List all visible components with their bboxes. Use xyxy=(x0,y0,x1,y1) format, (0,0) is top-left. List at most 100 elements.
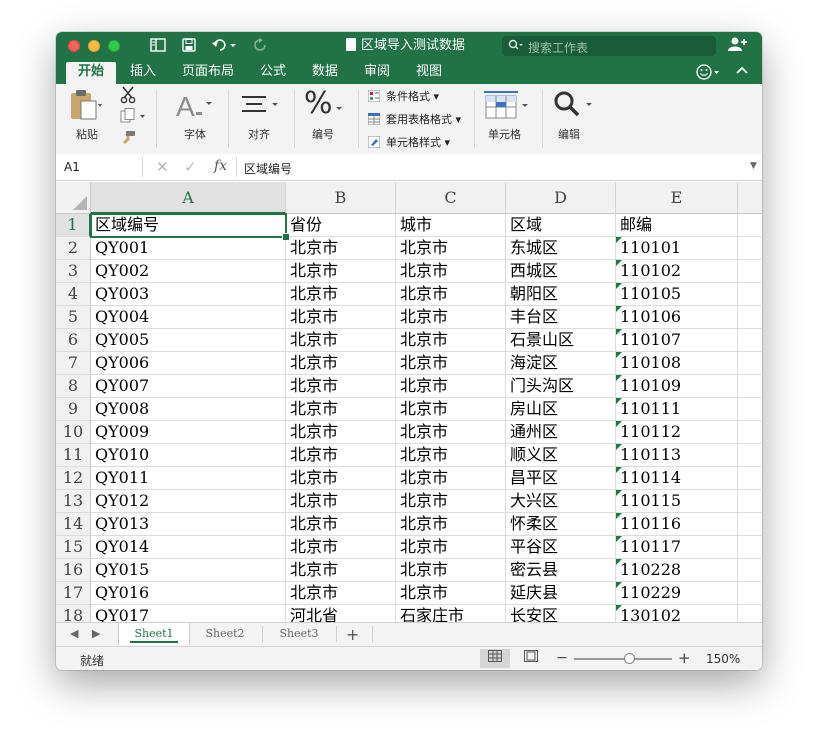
column-header-f[interactable] xyxy=(738,182,762,214)
row-header[interactable]: 6 xyxy=(56,329,91,352)
row-header[interactable]: 14 xyxy=(56,513,91,536)
row-header[interactable]: 8 xyxy=(56,375,91,398)
cell-c1[interactable]: 城市 xyxy=(396,214,506,237)
cell-d3[interactable]: 西城区 xyxy=(506,260,616,283)
row-header[interactable]: 2 xyxy=(56,237,91,260)
search-sheet-input[interactable]: 搜索工作表 xyxy=(502,36,716,56)
cell-f18[interactable] xyxy=(738,605,762,622)
cell-f1[interactable] xyxy=(738,214,762,237)
cell-f14[interactable] xyxy=(738,513,762,536)
cell-c10[interactable]: 北京市 xyxy=(396,421,506,444)
cell-b13[interactable]: 北京市 xyxy=(286,490,396,513)
cells-grid-icon[interactable] xyxy=(484,90,530,123)
select-all-corner[interactable] xyxy=(56,182,91,214)
cell-d17[interactable]: 延庆县 xyxy=(506,582,616,605)
cell-b1[interactable]: 省份 xyxy=(286,214,396,237)
cell-d6[interactable]: 石景山区 xyxy=(506,329,616,352)
cell-e2[interactable]: 110101 xyxy=(616,237,738,260)
sidebar-toggle-icon[interactable] xyxy=(150,38,166,56)
cell-f6[interactable] xyxy=(738,329,762,352)
cell-a7[interactable]: QY006 xyxy=(91,352,286,375)
zoom-in-icon[interactable]: + xyxy=(678,649,691,667)
formula-input[interactable]: 区域编号 xyxy=(244,160,292,177)
find-magnifier-icon[interactable] xyxy=(552,90,594,123)
cell-b4[interactable]: 北京市 xyxy=(286,283,396,306)
cell-f10[interactable] xyxy=(738,421,762,444)
page-layout-view-icon[interactable] xyxy=(516,649,546,668)
number-dropdown-chevron-icon[interactable] xyxy=(336,102,344,116)
cell-b14[interactable]: 北京市 xyxy=(286,513,396,536)
cell-a12[interactable]: QY011 xyxy=(91,467,286,490)
sheet-tab-sheet3[interactable]: Sheet3 xyxy=(264,623,334,645)
cell-f2[interactable] xyxy=(738,237,762,260)
cell-c18[interactable]: 石家庄市 xyxy=(396,605,506,622)
cell-d18[interactable]: 长安区 xyxy=(506,605,616,622)
alignment-group[interactable]: 对齐 xyxy=(232,84,292,154)
cell-a18[interactable]: QY017 xyxy=(91,605,286,622)
cell-f3[interactable] xyxy=(738,260,762,283)
cell-b6[interactable]: 北京市 xyxy=(286,329,396,352)
cell-c4[interactable]: 北京市 xyxy=(396,283,506,306)
undo-icon[interactable] xyxy=(212,38,236,56)
cell-a15[interactable]: QY014 xyxy=(91,536,286,559)
cell-b3[interactable]: 北京市 xyxy=(286,260,396,283)
cell-a14[interactable]: QY013 xyxy=(91,513,286,536)
fill-handle[interactable] xyxy=(282,233,290,241)
cell-e1[interactable]: 邮编 xyxy=(616,214,738,237)
cell-a11[interactable]: QY010 xyxy=(91,444,286,467)
row-header[interactable]: 17 xyxy=(56,582,91,605)
cell-c6[interactable]: 北京市 xyxy=(396,329,506,352)
row-header[interactable]: 18 xyxy=(56,605,91,622)
row-header[interactable]: 3 xyxy=(56,260,91,283)
cell-c8[interactable]: 北京市 xyxy=(396,375,506,398)
font-group[interactable]: A 字体 xyxy=(164,84,228,154)
zoom-window-button[interactable] xyxy=(108,40,120,52)
cell-a1[interactable]: 区域编号 xyxy=(91,214,286,237)
cell-a5[interactable]: QY004 xyxy=(91,306,286,329)
cell-e3[interactable]: 110102 xyxy=(616,260,738,283)
row-header[interactable]: 15 xyxy=(56,536,91,559)
cell-e9[interactable]: 110111 xyxy=(616,398,738,421)
font-letter-a-icon[interactable]: A xyxy=(176,90,216,123)
cell-c7[interactable]: 北京市 xyxy=(396,352,506,375)
row-header[interactable]: 16 xyxy=(56,559,91,582)
align-lines-icon[interactable] xyxy=(242,94,282,121)
add-sheet-icon[interactable]: + xyxy=(346,625,359,644)
cell-d1[interactable]: 区域 xyxy=(506,214,616,237)
cell-d7[interactable]: 海淀区 xyxy=(506,352,616,375)
cell-f9[interactable] xyxy=(738,398,762,421)
cell-e13[interactable]: 110115 xyxy=(616,490,738,513)
zoom-slider-knob[interactable] xyxy=(624,653,635,664)
column-header-c[interactable]: C xyxy=(396,182,506,214)
percent-icon[interactable]: % xyxy=(304,88,333,120)
cell-b11[interactable]: 北京市 xyxy=(286,444,396,467)
cell-d8[interactable]: 门头沟区 xyxy=(506,375,616,398)
cell-e15[interactable]: 110117 xyxy=(616,536,738,559)
cell-a16[interactable]: QY015 xyxy=(91,559,286,582)
tab-formulas[interactable]: 公式 xyxy=(260,64,286,80)
cell-f17[interactable] xyxy=(738,582,762,605)
cell-d4[interactable]: 朝阳区 xyxy=(506,283,616,306)
cell-c3[interactable]: 北京市 xyxy=(396,260,506,283)
insert-function-icon[interactable]: fx xyxy=(214,158,227,174)
cell-a3[interactable]: QY002 xyxy=(91,260,286,283)
cell-f12[interactable] xyxy=(738,467,762,490)
conditional-format-button[interactable]: 条件格式 ▾ xyxy=(368,88,439,104)
next-sheet-icon[interactable]: ▶ xyxy=(92,627,100,640)
cell-b15[interactable]: 北京市 xyxy=(286,536,396,559)
row-header[interactable]: 12 xyxy=(56,467,91,490)
cell-e4[interactable]: 110105 xyxy=(616,283,738,306)
cell-a9[interactable]: QY008 xyxy=(91,398,286,421)
cell-a4[interactable]: QY003 xyxy=(91,283,286,306)
cell-e8[interactable]: 110109 xyxy=(616,375,738,398)
cell-d15[interactable]: 平谷区 xyxy=(506,536,616,559)
cell-a17[interactable]: QY016 xyxy=(91,582,286,605)
zoom-slider-track[interactable] xyxy=(574,658,672,660)
cell-f4[interactable] xyxy=(738,283,762,306)
zoom-level[interactable]: 150% xyxy=(706,652,740,666)
cell-d5[interactable]: 丰台区 xyxy=(506,306,616,329)
number-group[interactable]: % 编号 xyxy=(298,84,358,154)
cell-d2[interactable]: 东城区 xyxy=(506,237,616,260)
collapse-ribbon-chevron-icon[interactable] xyxy=(736,64,748,79)
tab-data[interactable]: 数据 xyxy=(312,64,338,80)
